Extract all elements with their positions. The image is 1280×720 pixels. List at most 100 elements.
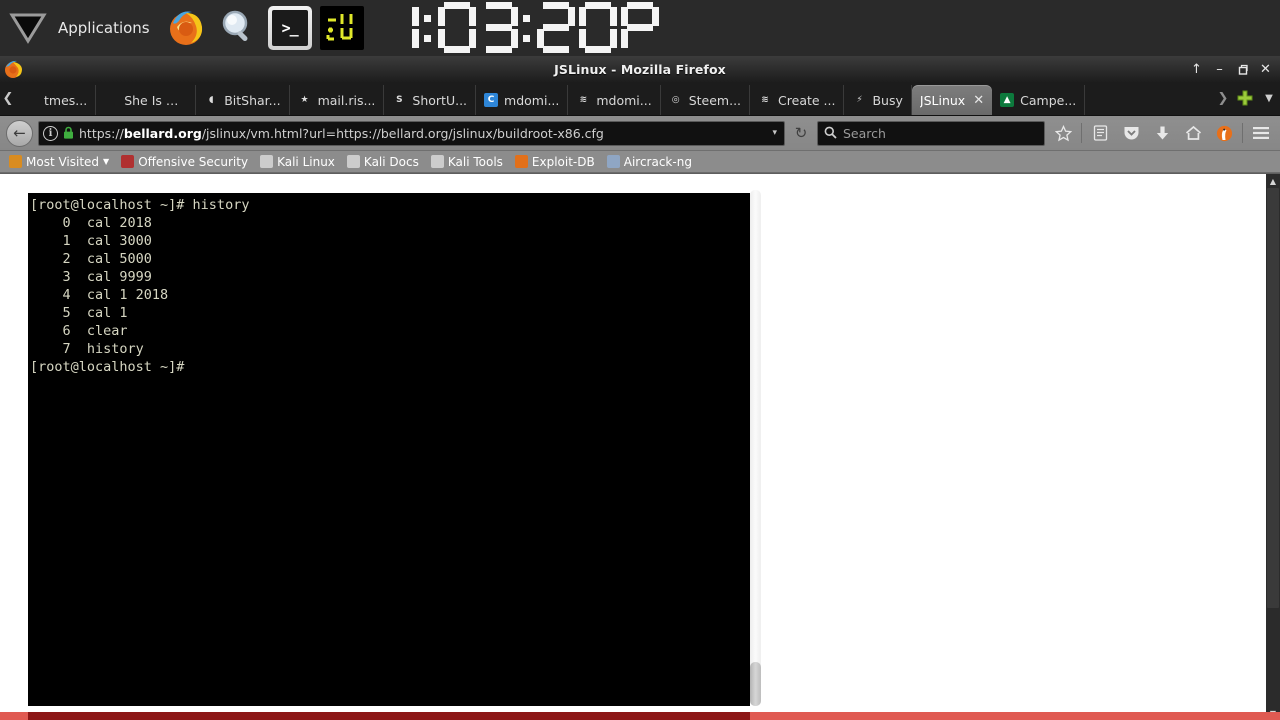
dragon-icon <box>260 155 274 168</box>
terminal-line: 7 history <box>30 341 144 357</box>
site-info-icon[interactable]: i <box>43 125 58 141</box>
tab-scroll-right-button[interactable]: ❯ <box>1214 81 1232 115</box>
url-text: https://bellard.org/jslinux/vm.html?url=… <box>79 125 604 141</box>
steemit-icon: ◎ <box>668 93 683 107</box>
panel-clock[interactable] <box>380 0 662 56</box>
browser-tab[interactable]: ★ mail.ris... <box>290 85 385 115</box>
search-input[interactable]: Search <box>843 126 886 141</box>
lock-icon <box>63 124 74 143</box>
reader-list-icon[interactable] <box>1087 120 1113 147</box>
browser-tab[interactable]: tmes... <box>16 85 97 115</box>
shorturl-icon: S <box>392 93 407 107</box>
tab-list: tmes... She Is Not... ◖ BitShar... ★ mail.ris… <box>16 81 1214 115</box>
browser-tab[interactable]: ⚡ Busy <box>844 85 912 115</box>
new-tab-button[interactable] <box>1232 81 1258 115</box>
bookmark-item[interactable]: Offensive Security <box>116 152 253 171</box>
duckduckgo-icon[interactable] <box>1211 120 1237 147</box>
aircrack-icon <box>606 155 620 168</box>
page-vertical-scrollbar[interactable]: ▲ ▼ <box>1266 174 1280 720</box>
bookmark-item[interactable]: Exploit-DB <box>510 152 600 171</box>
clock-digit-2 <box>536 1 576 55</box>
tab-strip: ❮ tmes... She Is Not... ◖ BitShar... ★ mail.r… <box>0 82 1280 116</box>
downloads-icon[interactable] <box>1149 120 1175 147</box>
bookmark-item[interactable]: Aircrack-ng <box>602 152 697 171</box>
shade-button[interactable]: ↑ <box>1186 58 1207 80</box>
clock-digit-1 <box>380 1 420 55</box>
terminal-launcher[interactable]: >_ <box>264 2 316 54</box>
bookmark-item[interactable]: Kali Linux <box>255 152 340 171</box>
bookmark-label: Most Visited <box>26 154 100 169</box>
bookmark-item[interactable]: Most Visited ▼ <box>4 152 114 171</box>
terminal-scrollbar-thumb[interactable] <box>750 662 761 706</box>
applications-menu-button[interactable]: Applications <box>0 0 160 56</box>
applications-menu-label: Applications <box>58 19 150 37</box>
browser-tab[interactable]: ≋ Create ... <box>750 85 845 115</box>
bookmark-star-icon[interactable] <box>1050 120 1076 147</box>
browser-tab[interactable]: JSLinux ✕ <box>911 85 993 115</box>
hamburger-menu-icon[interactable] <box>1248 120 1274 147</box>
page-scrollbar-thumb[interactable] <box>1267 188 1279 608</box>
maximize-button[interactable] <box>1232 58 1253 80</box>
reload-button[interactable]: ↻ <box>790 124 812 142</box>
offsec-icon <box>121 155 135 168</box>
browser-tab[interactable]: ◖ BitShar... <box>196 85 290 115</box>
window-title: JSLinux - Mozilla Firefox <box>554 61 726 77</box>
tab-label: JSLinux <box>919 92 966 108</box>
bookmark-label: Kali Docs <box>363 154 419 169</box>
browser-tab[interactable]: ◎ Steem... <box>661 85 751 115</box>
calculator-icon <box>319 6 364 50</box>
tab-label: Busy <box>872 92 903 108</box>
clock-digit-3 <box>479 1 519 55</box>
browser-tab[interactable]: ≋ mdomi... <box>568 85 661 115</box>
browser-tab[interactable]: S ShortU... <box>384 85 477 115</box>
tab-label: Campe... <box>1020 92 1077 108</box>
terminal-scrollbar[interactable] <box>750 190 761 706</box>
terminal-line: [root@localhost ~]# history <box>30 197 250 213</box>
url-bar[interactable]: i https://bellard.org/jslinux/vm.html?ur… <box>38 120 785 146</box>
tab-label: Create ... <box>778 92 836 108</box>
home-icon[interactable] <box>1180 120 1206 147</box>
pocket-icon[interactable] <box>1118 120 1144 147</box>
back-button[interactable]: ← <box>6 119 33 147</box>
tab-label: mail.ris... <box>317 92 376 108</box>
tab-label: Steem... <box>688 92 742 108</box>
toolbar-separator <box>1081 123 1082 143</box>
terminal-line: 4 cal 1 2018 <box>30 287 169 303</box>
tab-label: mdomi... <box>504 92 560 108</box>
calculator-launcher[interactable] <box>316 2 368 54</box>
clock-digit-0b <box>578 1 618 55</box>
terminal-line: 1 cal 3000 <box>30 233 152 249</box>
bookmark-label: Kali Linux <box>277 154 335 169</box>
terminal-line: 5 cal 1 <box>30 305 128 321</box>
terminal-line: 3 cal 9999 <box>30 269 152 285</box>
tab-scroll-left-button[interactable]: ❮ <box>0 81 16 115</box>
toolbar-separator-2 <box>1242 123 1243 143</box>
terminal-line: 0 cal 2018 <box>30 215 152 231</box>
terminal-line: 6 clear <box>30 323 128 339</box>
tab-close-button[interactable]: ✕ <box>973 93 984 108</box>
dragon-icon <box>346 155 360 168</box>
search-launcher[interactable] <box>212 2 264 54</box>
search-bar[interactable]: Search <box>817 120 1045 146</box>
scrollbar-up-arrow[interactable]: ▲ <box>1266 174 1280 188</box>
terminal-prompt-glyph: >_ <box>271 10 308 46</box>
clock-colon-1 <box>422 1 435 55</box>
chevron-down-icon[interactable]: ▼ <box>103 157 109 166</box>
browser-tab[interactable]: Cmdomi... <box>476 85 569 115</box>
browser-tab[interactable]: She Is Not... <box>96 85 197 115</box>
window-titlebar[interactable]: JSLinux - Mozilla Firefox ↑ – ✕ <box>0 56 1280 82</box>
clock-display <box>380 1 662 55</box>
firefox-launcher[interactable] <box>160 2 212 54</box>
bookmark-item[interactable]: Kali Docs <box>342 152 424 171</box>
minimize-button[interactable]: – <box>1209 58 1230 80</box>
tab-label: She Is Not... <box>124 92 188 108</box>
tab-list-dropdown-button[interactable]: ▼ <box>1258 81 1280 115</box>
close-button[interactable]: ✕ <box>1255 58 1276 80</box>
tab-label: ShortU... <box>412 92 468 108</box>
browser-tab[interactable]: ▲ Campe... <box>992 85 1086 115</box>
bookmark-item[interactable]: Kali Tools <box>426 152 508 171</box>
steem-icon: ≋ <box>758 93 773 107</box>
jslinux-terminal[interactable]: [root@localhost ~]# history 0 cal 2018 1… <box>28 193 750 706</box>
url-history-dropdown-icon[interactable]: ▾ <box>772 128 780 138</box>
magnifier-icon <box>218 8 258 48</box>
